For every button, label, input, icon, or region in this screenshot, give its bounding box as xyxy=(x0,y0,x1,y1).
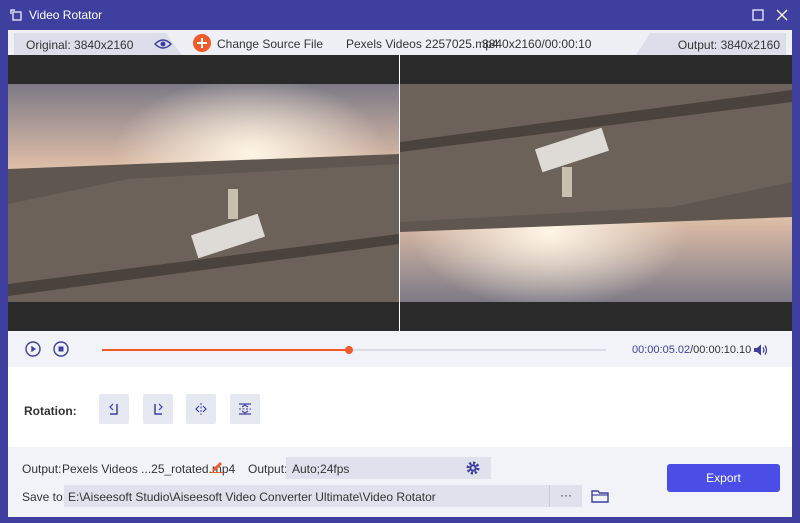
output-name-label: Output: xyxy=(22,462,62,476)
flip-vertical-icon xyxy=(239,403,251,415)
save-to-label: Save to: xyxy=(22,490,67,504)
source-file-meta: 3840x2160/00:00:10 xyxy=(482,37,592,51)
rotate-right-button[interactable] xyxy=(143,394,173,424)
rotation-label: Rotation: xyxy=(24,404,77,418)
flip-horizontal-icon xyxy=(195,403,207,415)
flip-horizontal-button[interactable] xyxy=(186,394,216,424)
plus-icon xyxy=(193,34,211,52)
progress-bar[interactable] xyxy=(102,346,606,354)
output-format-value: Auto;24fps xyxy=(292,462,350,476)
main-panel: Original: 3840x2160 Change Source File P… xyxy=(8,30,792,517)
stop-icon[interactable] xyxy=(53,341,69,357)
rotate-right-icon xyxy=(154,403,163,415)
window-title: Video Rotator xyxy=(29,8,103,22)
title-bar: Video Rotator xyxy=(0,0,800,30)
folder-icon[interactable] xyxy=(591,489,609,503)
output-format-select[interactable]: Auto;24fps xyxy=(286,457,491,479)
current-time: 00:00:05.02 xyxy=(632,344,691,356)
play-icon[interactable] xyxy=(25,341,41,357)
flip-vertical-button[interactable] xyxy=(230,394,260,424)
source-file-name: Pexels Videos 2257025.mp4 xyxy=(346,37,499,51)
rotation-section: Rotation: xyxy=(8,367,792,447)
pencil-icon[interactable] xyxy=(211,459,223,473)
rotate-left-button[interactable] xyxy=(99,394,129,424)
total-time: /00:00:10.10 xyxy=(690,344,752,356)
export-button[interactable]: Export xyxy=(667,464,780,492)
change-source-label: Change Source File xyxy=(217,37,324,51)
rotated-video-frame xyxy=(400,84,792,302)
progress-fill xyxy=(102,349,349,351)
save-path-value: E:\Aiseesoft Studio\Aiseesoft Video Conv… xyxy=(68,490,436,504)
original-tab: Original: 3840x2160 xyxy=(14,33,182,55)
output-section: Output: Pexels Videos ...25_rotated.mp4 … xyxy=(8,447,792,517)
video-preview-area xyxy=(8,55,792,331)
info-bar: Original: 3840x2160 Change Source File P… xyxy=(8,30,792,55)
output-format-label: Output: xyxy=(248,462,288,476)
browse-button[interactable]: ··· xyxy=(549,485,582,507)
volume-icon[interactable] xyxy=(753,343,769,357)
rotate-window-icon xyxy=(10,9,22,21)
maximize-icon[interactable] xyxy=(751,8,765,22)
output-resolution: Output: 3840x2160 xyxy=(677,38,780,52)
original-video-frame xyxy=(8,84,399,302)
output-tab: Output: 3840x2160 xyxy=(636,33,786,55)
original-resolution: Original: 3840x2160 xyxy=(26,38,134,52)
rotate-left-icon xyxy=(109,403,118,415)
playback-controls: 00:00:05.02/00:00:10.10 xyxy=(8,331,792,367)
close-icon[interactable] xyxy=(775,8,789,22)
output-file-name: Pexels Videos ...25_rotated.mp4 xyxy=(62,462,236,476)
save-path-field[interactable]: E:\Aiseesoft Studio\Aiseesoft Video Conv… xyxy=(64,485,581,507)
time-display: 00:00:05.02/00:00:10.10 xyxy=(632,344,751,356)
eye-icon[interactable] xyxy=(154,37,172,51)
progress-handle[interactable] xyxy=(344,346,353,354)
gear-icon[interactable] xyxy=(465,460,481,476)
